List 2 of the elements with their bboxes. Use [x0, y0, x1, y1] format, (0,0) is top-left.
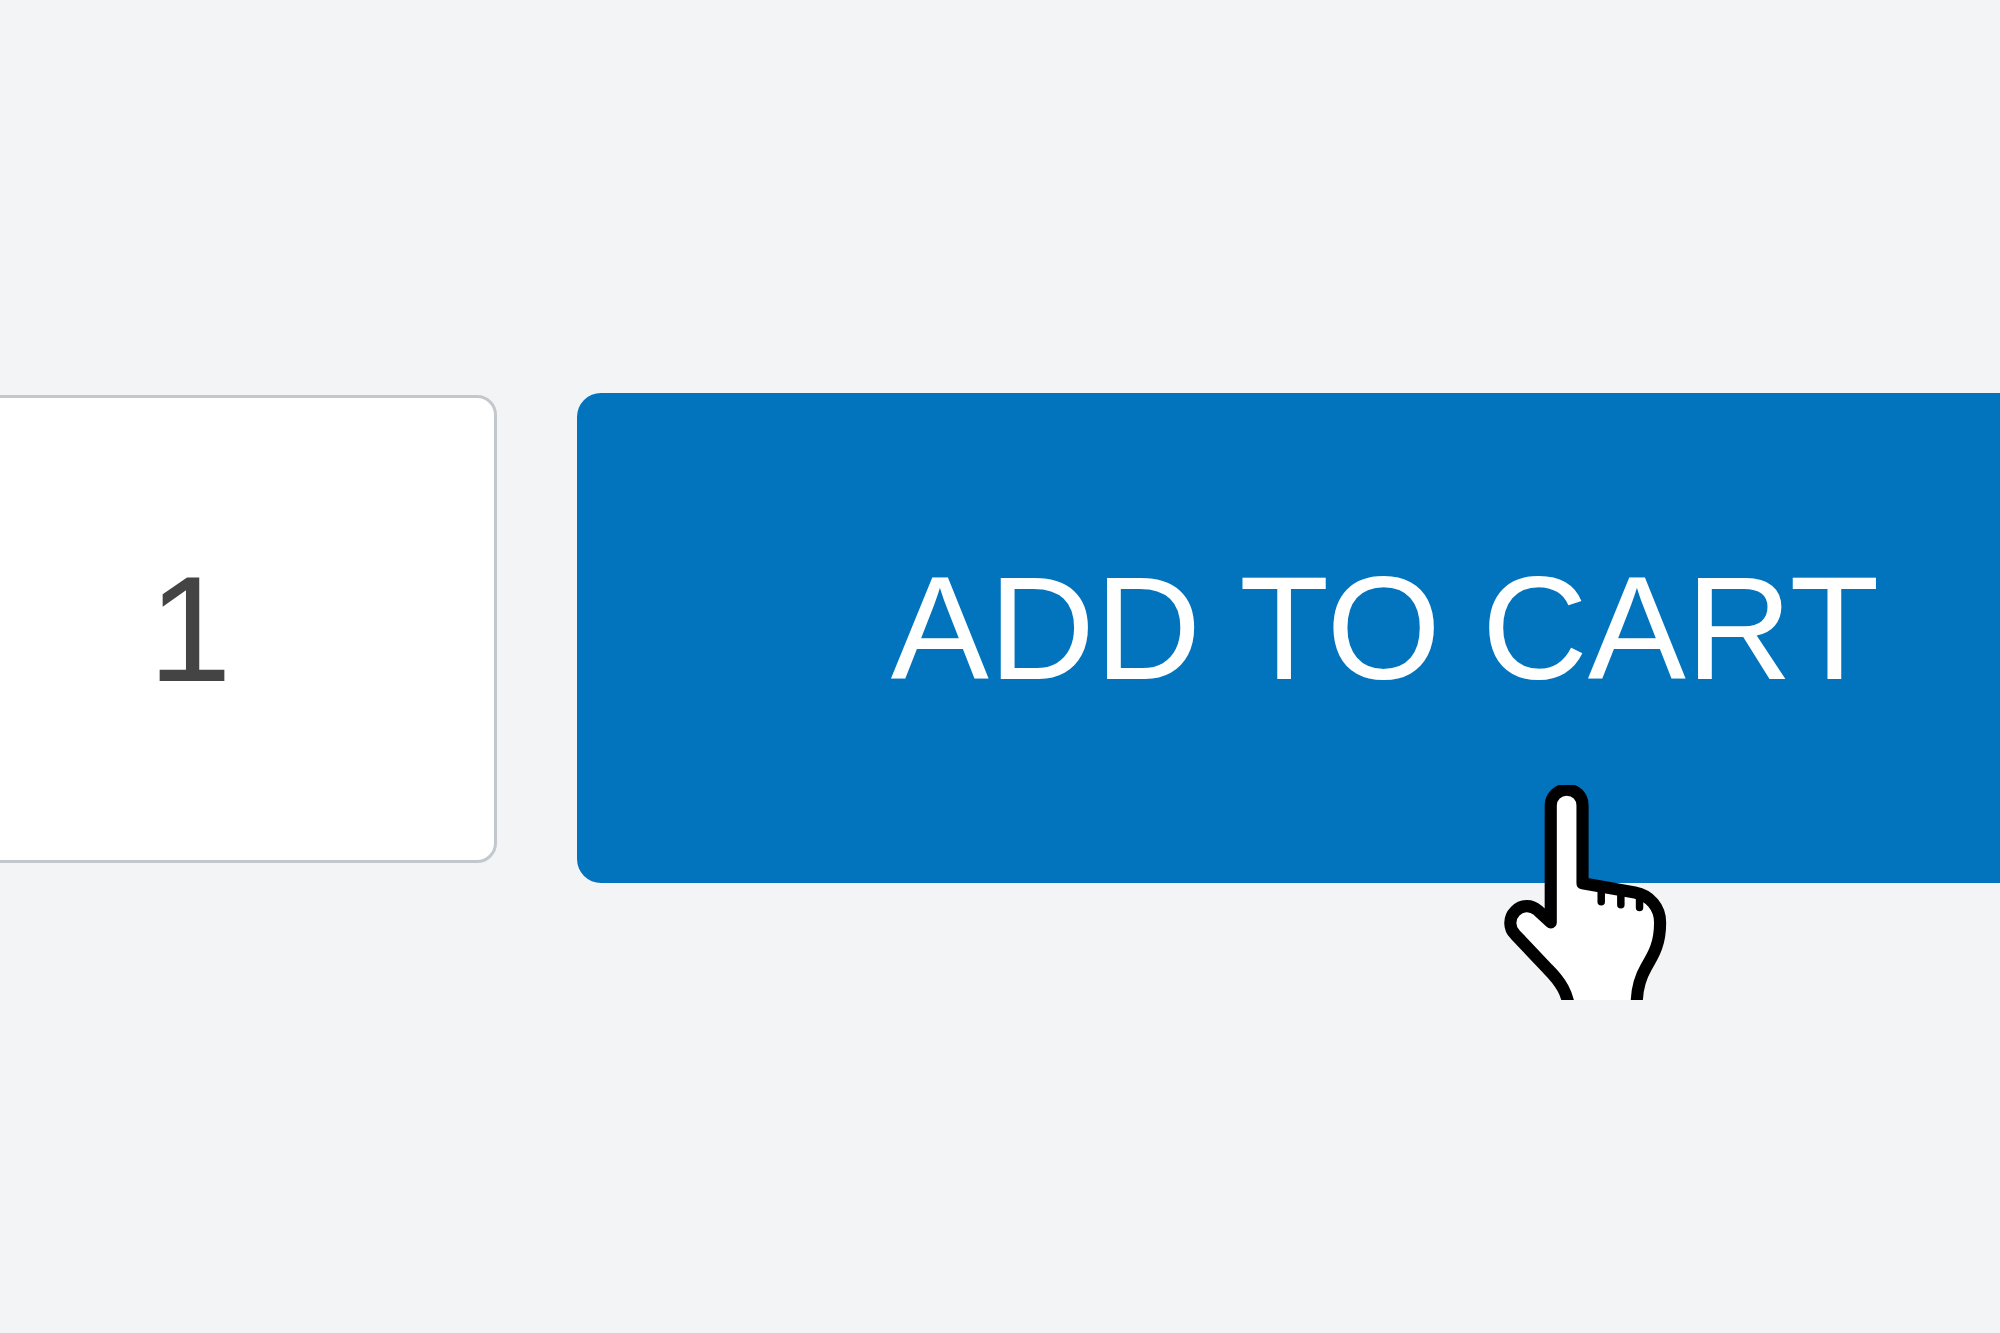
quantity-field[interactable]: 1 [0, 395, 497, 863]
add-to-cart-button[interactable]: ADD TO CART [577, 393, 2000, 883]
